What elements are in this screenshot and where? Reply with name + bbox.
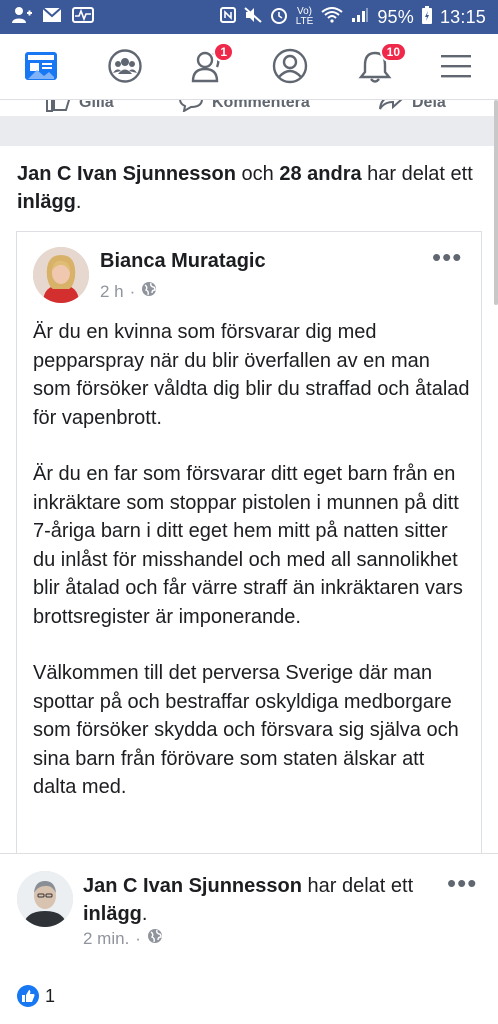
activity-icon — [72, 6, 94, 28]
share-icon — [378, 100, 404, 116]
post-link[interactable]: inlägg — [17, 191, 76, 213]
like-icon — [17, 985, 39, 1007]
status-bar: Vo) LTE 95% 13:15 — [0, 0, 498, 34]
meta-dot: · — [135, 928, 141, 948]
tab-menu[interactable] — [436, 48, 476, 88]
wifi-icon — [321, 6, 343, 28]
globe-icon — [147, 928, 163, 949]
battery-icon — [421, 5, 432, 29]
share2-author[interactable]: Jan C Ivan Sjunnesson — [83, 875, 302, 897]
mute-icon — [244, 6, 262, 28]
post-paragraph: Är du en far som försvarar ditt eget bar… — [33, 463, 463, 628]
like-button[interactable]: Gilla — [45, 100, 114, 116]
tab-news-feed[interactable] — [21, 48, 61, 88]
tab-notifications[interactable]: 10 — [355, 42, 407, 88]
comment-label: Kommentera — [212, 100, 310, 111]
battery-percent: 95% — [377, 6, 414, 27]
post-text: Är du en kvinna som försvarar dig med pe… — [33, 318, 473, 830]
network-label: LTE — [295, 16, 314, 27]
notifications-badge: 10 — [379, 42, 407, 62]
share-button[interactable]: Dela — [378, 100, 446, 116]
share-conj: och — [241, 163, 274, 185]
share-verb: har delat ett — [367, 163, 473, 185]
thumbs-up-icon — [45, 100, 71, 116]
share2-verb: har delat ett — [307, 875, 414, 897]
others-link[interactable]: 28 andra — [279, 163, 361, 185]
previous-post-actions: Gilla Kommentera Dela — [0, 100, 498, 116]
share-header: Jan C Ivan Sjunnesson och 28 andra har d… — [17, 160, 482, 216]
tab-bar: 1 10 — [0, 34, 498, 100]
nfc-icon — [219, 6, 236, 28]
clock: 13:15 — [439, 6, 486, 27]
tab-groups[interactable] — [105, 48, 145, 88]
post-time[interactable]: 2 h — [100, 282, 124, 302]
share2-period: . — [141, 903, 148, 925]
share2-meta: 2 min. · — [83, 928, 163, 949]
shared-post-card[interactable]: Bianca Muratagic 2 h · ••• Är du en kvin… — [16, 231, 482, 853]
post-options-icon[interactable]: ••• — [432, 244, 462, 270]
alarm-icon — [270, 6, 288, 29]
tab-profile[interactable] — [270, 48, 310, 88]
share-story-header: Jan C Ivan Sjunnesson har delat ett inlä… — [83, 872, 443, 928]
feed-separator — [0, 116, 498, 146]
globe-icon — [141, 281, 157, 302]
post-paragraph: Är du en kvinna som försvarar dig med pe… — [33, 321, 470, 429]
share-label: Dela — [412, 100, 446, 111]
reactions-summary[interactable]: 1 — [17, 985, 55, 1007]
profile-icon — [272, 48, 308, 89]
like-label: Gilla — [79, 100, 114, 111]
person-add-icon — [12, 6, 32, 29]
divider — [0, 853, 498, 854]
menu-icon — [440, 52, 472, 85]
share-period: . — [75, 191, 82, 213]
sharer-name[interactable]: Jan C Ivan Sjunnesson — [17, 163, 236, 185]
groups-icon — [108, 48, 142, 88]
share2-time[interactable]: 2 min. — [83, 929, 129, 949]
post-meta: 2 h · — [100, 281, 157, 302]
mail-icon — [42, 6, 62, 28]
sharer-avatar[interactable] — [17, 871, 73, 927]
signal-icon — [351, 7, 369, 28]
comment-button[interactable]: Kommentera — [178, 100, 310, 116]
share2-post-link[interactable]: inlägg — [83, 903, 142, 925]
author-avatar[interactable] — [33, 247, 89, 303]
tab-friend-requests[interactable]: 1 — [188, 42, 234, 88]
meta-dot: · — [129, 281, 136, 301]
share2-options-icon[interactable]: ••• — [447, 870, 477, 896]
comment-icon — [178, 100, 204, 116]
post-author-name[interactable]: Bianca Muratagic — [100, 250, 266, 273]
friend-requests-badge: 1 — [213, 42, 234, 62]
reaction-count: 1 — [45, 985, 56, 1006]
news-feed-icon — [24, 50, 58, 87]
scrollbar[interactable] — [494, 100, 498, 305]
post-paragraph: Välkommen till det perversa Sverige där … — [33, 662, 459, 798]
lte-icon: Vo) LTE — [295, 6, 314, 27]
